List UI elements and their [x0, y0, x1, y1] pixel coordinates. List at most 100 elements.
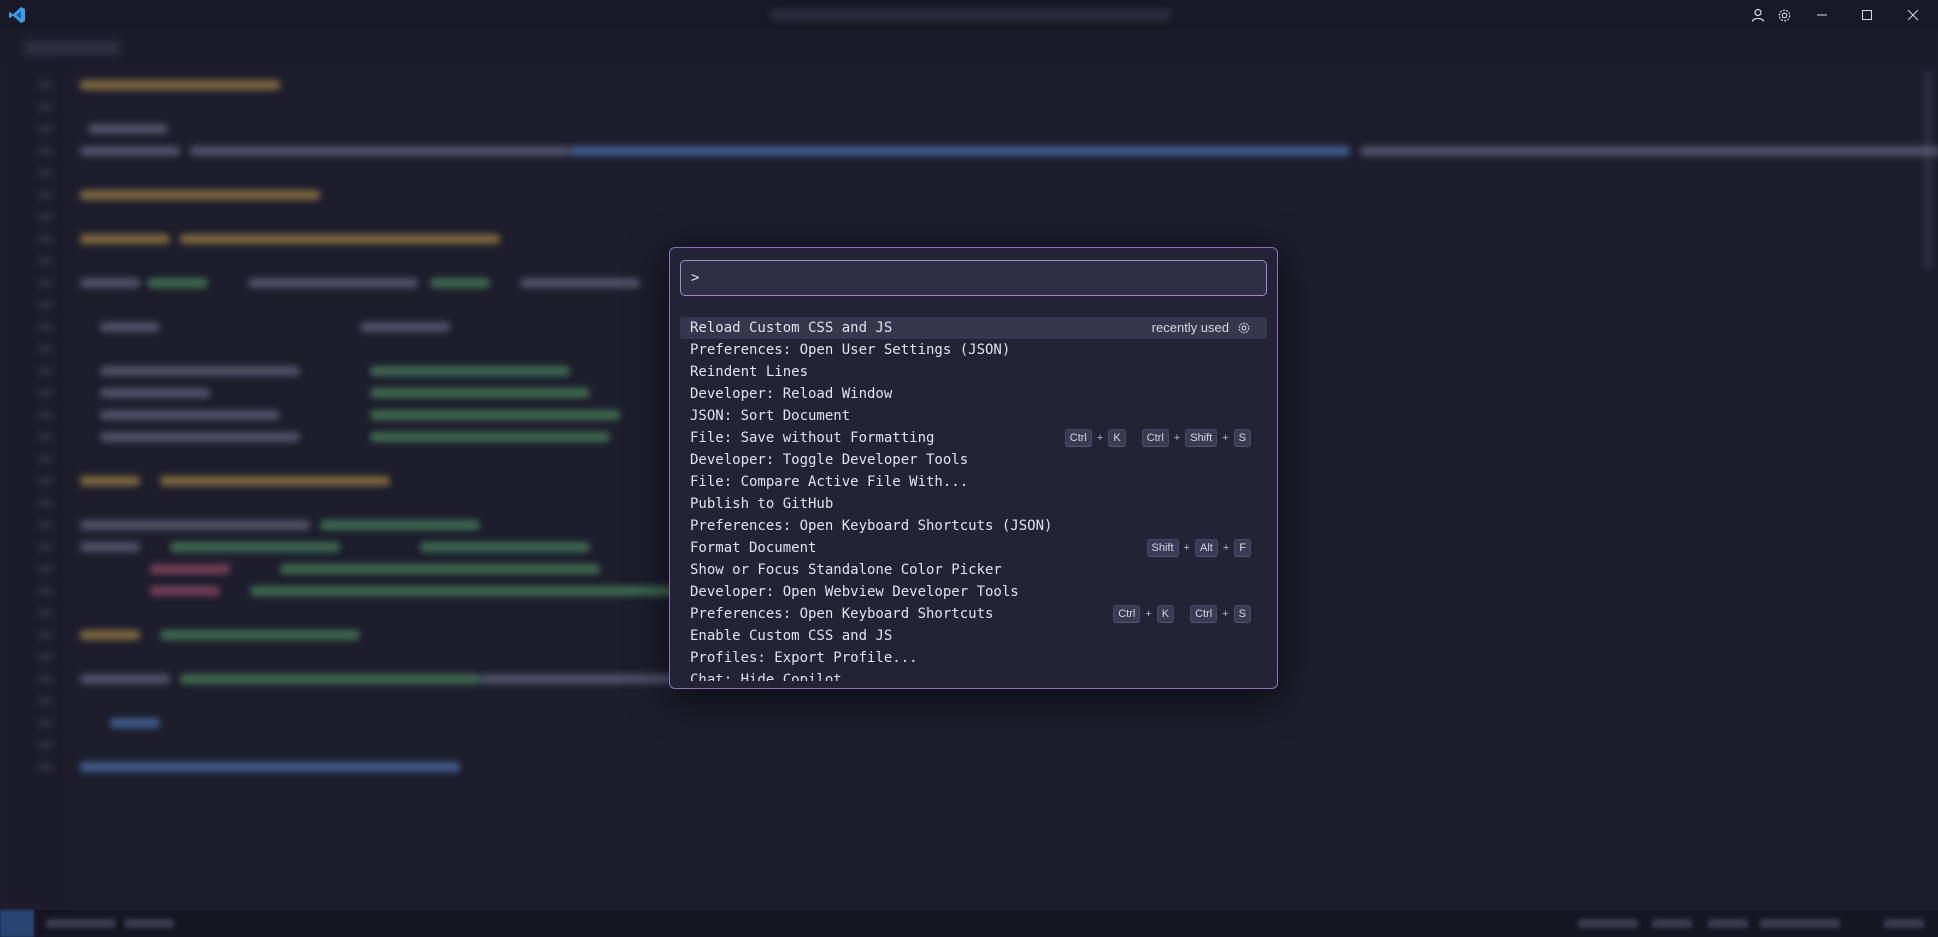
command-item[interactable]: Show or Focus Standalone Color Picker [680, 559, 1267, 581]
code-line [100, 410, 280, 420]
command-item[interactable]: Developer: Toggle Developer Tools [680, 449, 1267, 471]
key-plus: + [1183, 542, 1190, 554]
line-number [38, 632, 52, 638]
key-cap: Shift [1185, 429, 1218, 447]
command-item[interactable]: Preferences: Open Keyboard Shortcuts (JS… [680, 515, 1267, 537]
key-cap: S [1233, 429, 1251, 447]
command-label: Publish to GitHub [690, 496, 834, 512]
key-cap: Shift [1146, 539, 1179, 557]
line-number [38, 368, 52, 374]
vscode-logo-icon[interactable] [8, 6, 26, 24]
code-line [370, 366, 570, 376]
code-line [150, 586, 220, 596]
command-item[interactable]: JSON: Sort Document [680, 405, 1267, 427]
code-line [370, 432, 610, 442]
maximize-icon[interactable] [1857, 5, 1877, 25]
line-number [38, 434, 52, 440]
key-plus: + [1222, 432, 1229, 444]
command-item[interactable]: File: Save without Formatting Ctrl + K Ctrl +… [680, 427, 1267, 449]
command-item[interactable]: Developer: Reload Window [680, 383, 1267, 405]
line-number [38, 170, 52, 176]
command-item[interactable]: Enable Custom CSS and JS [680, 625, 1267, 647]
code-line [370, 410, 620, 420]
line-number [38, 148, 52, 154]
command-palette-list: Reload Custom CSS and JS recently used Pre… [680, 317, 1267, 681]
code-line [430, 278, 490, 288]
code-line [370, 388, 590, 398]
line-number [38, 588, 52, 594]
command-label: Developer: Open Webview Developer Tools [690, 584, 1019, 600]
command-item[interactable]: File: Compare Active File With... [680, 471, 1267, 493]
code-line [100, 322, 160, 332]
command-item[interactable]: Preferences: Open User Settings (JSON) [680, 339, 1267, 361]
status-item[interactable] [124, 919, 174, 928]
command-label: Chat: Hide Copilot [690, 672, 842, 681]
command-item[interactable]: Reindent Lines [680, 361, 1267, 383]
line-number-gutter [0, 66, 70, 910]
line-number [38, 610, 52, 616]
line-number [38, 324, 52, 330]
status-item[interactable] [1652, 919, 1692, 928]
line-number [38, 654, 52, 660]
line-number [38, 698, 52, 704]
line-number [38, 566, 52, 572]
code-line [180, 234, 500, 244]
code-line [190, 146, 570, 156]
key-cap: F [1234, 539, 1251, 557]
command-item[interactable]: Chat: Hide Copilot [680, 669, 1267, 681]
code-line [80, 80, 280, 90]
account-icon[interactable] [1748, 5, 1768, 25]
code-line [1360, 146, 1938, 156]
keybinding: Ctrl + K Ctrl + Shift + S [1064, 427, 1251, 449]
command-item[interactable]: Publish to GitHub [680, 493, 1267, 515]
scrollbar-thumb[interactable] [1924, 70, 1932, 270]
minimize-icon[interactable] [1812, 5, 1832, 25]
key-plus: + [1145, 608, 1152, 620]
code-line [100, 388, 210, 398]
code-line [80, 520, 310, 530]
key-cap: Alt [1194, 539, 1218, 557]
code-line [80, 674, 170, 684]
command-item[interactable]: Preferences: Open Keyboard Shortcuts Ctrl… [680, 603, 1267, 625]
key-cap: K [1108, 429, 1126, 447]
command-item[interactable]: Reload Custom CSS and JS recently used [680, 317, 1267, 339]
code-line [110, 718, 160, 728]
line-number [38, 456, 52, 462]
code-line [80, 762, 460, 772]
window-title [770, 8, 1170, 22]
code-line [80, 476, 140, 486]
command-label: JSON: Sort Document [690, 408, 851, 424]
code-line [280, 564, 600, 574]
code-line [100, 366, 300, 376]
command-item[interactable]: Profiles: Export Profile... [680, 647, 1267, 669]
key-plus: + [1096, 432, 1104, 444]
command-label: Enable Custom CSS and JS [690, 628, 893, 644]
status-item[interactable] [1708, 919, 1748, 928]
close-icon[interactable] [1903, 5, 1923, 25]
code-line [570, 146, 1350, 156]
gear-icon[interactable] [1237, 321, 1251, 335]
command-palette-input[interactable] [680, 260, 1267, 296]
line-number [38, 126, 52, 132]
line-number [38, 544, 52, 550]
status-item[interactable] [1884, 919, 1924, 928]
line-number [38, 280, 52, 286]
code-line [150, 564, 230, 574]
key-cap: Ctrl [1141, 429, 1169, 447]
command-item[interactable]: Format Document Shift + Alt + F [680, 537, 1267, 559]
code-line [80, 542, 140, 552]
status-item[interactable] [1760, 919, 1840, 928]
title-bar [0, 0, 1938, 30]
command-label: Show or Focus Standalone Color Picker [690, 562, 1002, 578]
command-item[interactable]: Developer: Open Webview Developer Tools [680, 581, 1267, 603]
line-number [38, 390, 52, 396]
key-plus: + [1222, 542, 1230, 554]
status-item[interactable] [46, 919, 116, 928]
code-line [180, 674, 480, 684]
code-line [80, 190, 320, 200]
command-label: Developer: Reload Window [690, 386, 893, 402]
remote-indicator[interactable] [0, 910, 34, 937]
status-item[interactable] [1578, 919, 1638, 928]
gear-icon[interactable] [1774, 5, 1794, 25]
editor-tab [24, 40, 120, 56]
